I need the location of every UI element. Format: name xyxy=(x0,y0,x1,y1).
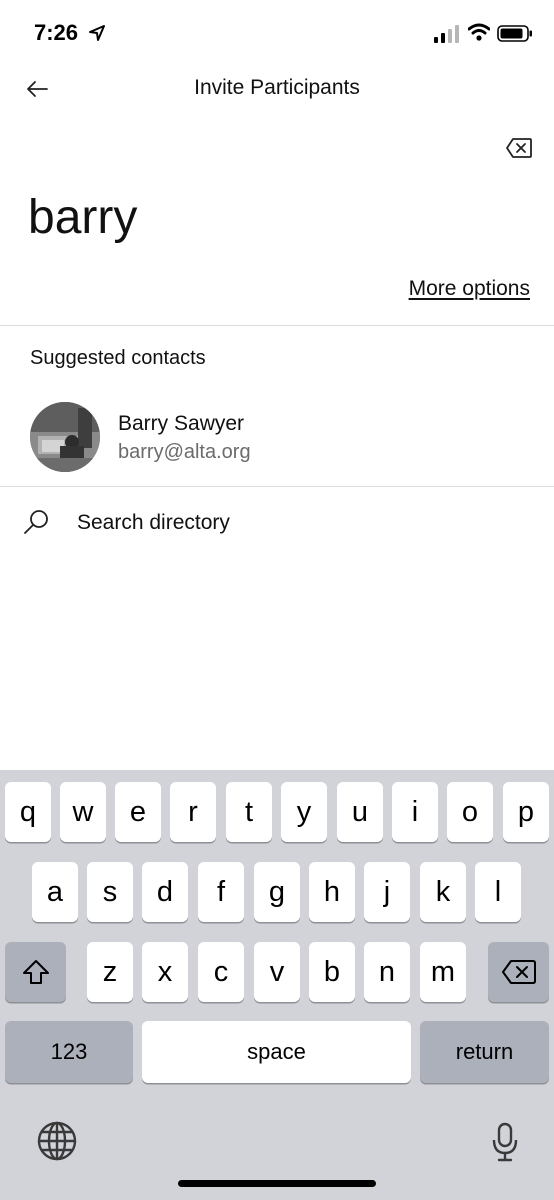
divider xyxy=(0,325,554,326)
divider xyxy=(0,486,554,487)
key-t[interactable]: t xyxy=(226,782,272,842)
key-e[interactable]: e xyxy=(115,782,161,842)
search-directory-row[interactable]: Search directory xyxy=(0,498,554,550)
delete-key[interactable] xyxy=(488,942,549,1002)
status-time: 7:26 xyxy=(34,20,79,45)
page-title: Invite Participants xyxy=(194,76,360,99)
key-s[interactable]: s xyxy=(87,862,133,922)
key-j[interactable]: j xyxy=(364,862,410,922)
clear-search-button[interactable] xyxy=(502,134,536,162)
key-o[interactable]: o xyxy=(447,782,493,842)
key-d[interactable]: d xyxy=(142,862,188,922)
backspace-icon xyxy=(506,138,532,158)
key-c[interactable]: c xyxy=(198,942,244,1002)
microphone-icon xyxy=(492,1122,518,1162)
key-k[interactable]: k xyxy=(420,862,466,922)
return-key[interactable]: return xyxy=(420,1021,549,1083)
key-v[interactable]: v xyxy=(254,942,300,1002)
key-g[interactable]: g xyxy=(254,862,300,922)
wifi-icon xyxy=(468,23,490,41)
keyboard: q w e r t y u i o p a s d f g h j k l z … xyxy=(0,770,554,1200)
contact-row[interactable]: Barry Sawyer barry@alta.org xyxy=(0,398,554,482)
search-icon xyxy=(24,510,48,534)
globe-button[interactable] xyxy=(36,1120,78,1162)
contact-email: barry@alta.org xyxy=(118,441,251,463)
key-a[interactable]: a xyxy=(32,862,78,922)
search-query-text[interactable]: barry xyxy=(28,190,137,245)
location-arrow-icon xyxy=(89,25,105,41)
key-x[interactable]: x xyxy=(142,942,188,1002)
key-q[interactable]: q xyxy=(5,782,51,842)
key-f[interactable]: f xyxy=(198,862,244,922)
cellular-signal-icon xyxy=(434,25,459,43)
globe-icon xyxy=(37,1121,77,1161)
shift-key[interactable] xyxy=(5,942,66,1002)
key-y[interactable]: y xyxy=(281,782,327,842)
search-directory-label: Search directory xyxy=(77,511,230,534)
key-l[interactable]: l xyxy=(475,862,521,922)
space-key[interactable]: space xyxy=(142,1021,411,1083)
more-options-link[interactable]: More options xyxy=(409,277,530,301)
battery-icon xyxy=(497,25,532,42)
contact-name: Barry Sawyer xyxy=(118,412,245,435)
status-bar: 7:26 xyxy=(0,0,554,66)
key-b[interactable]: b xyxy=(309,942,355,1002)
key-r[interactable]: r xyxy=(170,782,216,842)
key-i[interactable]: i xyxy=(392,782,438,842)
key-n[interactable]: n xyxy=(364,942,410,1002)
key-h[interactable]: h xyxy=(309,862,355,922)
key-p[interactable]: p xyxy=(503,782,549,842)
dictation-button[interactable] xyxy=(488,1120,522,1164)
key-u[interactable]: u xyxy=(337,782,383,842)
backspace-icon xyxy=(501,960,536,984)
key-w[interactable]: w xyxy=(60,782,106,842)
home-indicator xyxy=(178,1180,376,1187)
key-z[interactable]: z xyxy=(87,942,133,1002)
shift-icon xyxy=(22,960,49,984)
avatar xyxy=(30,402,100,472)
section-title: Suggested contacts xyxy=(30,347,206,369)
key-m[interactable]: m xyxy=(420,942,466,1002)
numbers-key[interactable]: 123 xyxy=(5,1021,133,1083)
